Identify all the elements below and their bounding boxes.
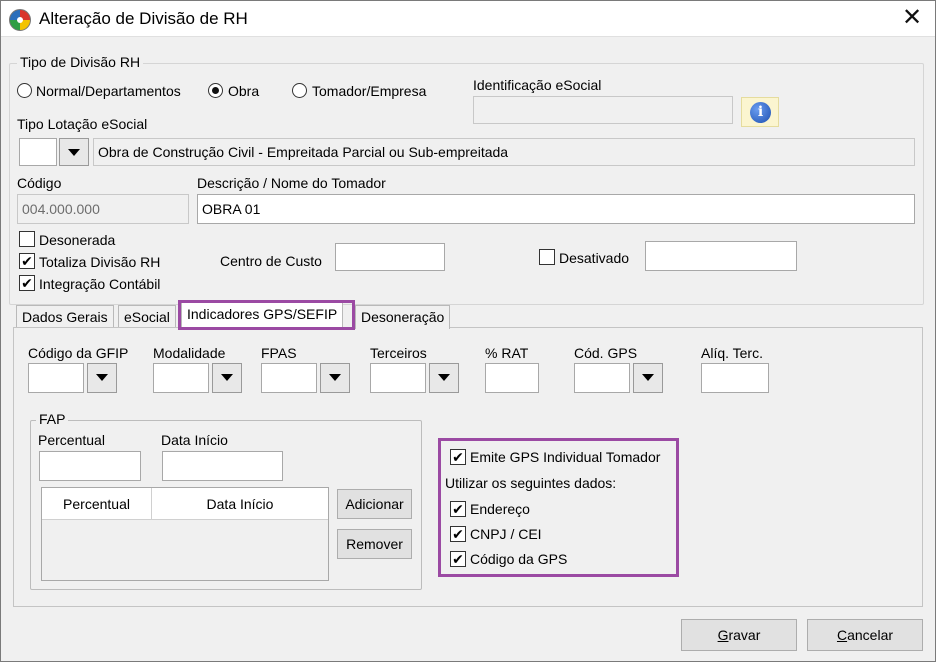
codigo-gps-checkbox[interactable]: ✔ [450, 551, 466, 567]
emite-gps-checkbox[interactable]: ✔ [450, 449, 466, 465]
totaliza-checkbox[interactable]: ✔ [19, 253, 35, 269]
radio-obra[interactable] [208, 83, 223, 98]
modalidade-label: Modalidade [153, 345, 226, 361]
tab-dados-gerais[interactable]: Dados Gerais [16, 305, 114, 329]
endereco-label[interactable]: Endereço [470, 501, 530, 517]
tipo-lotacao-description-text: Obra de Construção Civil - Empreitada Pa… [98, 144, 509, 160]
codigo-field: 004.000.000 [17, 194, 189, 224]
terceiros-field[interactable] [370, 363, 426, 393]
fap-percentual-label: Percentual [38, 432, 105, 448]
fpas-field[interactable] [261, 363, 317, 393]
identificacao-esocial-field [473, 96, 733, 124]
cancelar-label: ancelar [847, 627, 894, 643]
cod-gps-label: Cód. GPS [574, 345, 638, 361]
aliq-terc-field[interactable] [701, 363, 769, 393]
descricao-label: Descrição / Nome do Tomador [197, 175, 386, 191]
radio-tomador-empresa[interactable] [292, 83, 307, 98]
dialog-window: Alteração de Divisão de RH ✕ Tipo de Div… [0, 0, 936, 662]
cnpj-cei-label[interactable]: CNPJ / CEI [470, 526, 542, 542]
tab-esocial[interactable]: eSocial [118, 305, 176, 329]
modalidade-dropdown-button[interactable] [212, 363, 242, 393]
desonerada-label[interactable]: Desonerada [39, 232, 115, 248]
codigo-gfip-field[interactable] [28, 363, 84, 393]
tipo-divisao-legend: Tipo de Divisão RH [17, 54, 144, 70]
endereco-checkbox[interactable]: ✔ [450, 501, 466, 517]
integracao-label[interactable]: Integração Contábil [39, 276, 160, 292]
tab-highlight-box [178, 300, 355, 330]
fap-data-inicio-label: Data Início [161, 432, 228, 448]
terceiros-label: Terceiros [370, 345, 427, 361]
modalidade-field[interactable] [153, 363, 209, 393]
codigo-gfip-label: Código da GFIP [28, 345, 129, 361]
descricao-value: OBRA 01 [202, 201, 261, 217]
fap-data-inicio-field[interactable] [162, 451, 283, 481]
radio-obra-label[interactable]: Obra [228, 83, 259, 99]
tipo-lotacao-description: Obra de Construção Civil - Empreitada Pa… [93, 138, 915, 166]
fpas-dropdown-button[interactable] [320, 363, 350, 393]
app-icon [9, 9, 31, 31]
tipo-lotacao-label: Tipo Lotação eSocial [17, 116, 148, 132]
terceiros-dropdown-button[interactable] [429, 363, 459, 393]
codigo-label: Código [17, 175, 62, 191]
integracao-checkbox[interactable]: ✔ [19, 275, 35, 291]
cod-gps-field[interactable] [574, 363, 630, 393]
codigo-gfip-dropdown-button[interactable] [87, 363, 117, 393]
radio-normal-label[interactable]: Normal/Departamentos [36, 83, 181, 99]
tipo-lotacao-code-field[interactable] [19, 138, 57, 166]
window-title: Alteração de Divisão de RH [39, 9, 248, 28]
adicionar-button[interactable]: Adicionar [337, 489, 412, 519]
centro-custo-field[interactable] [335, 243, 445, 271]
desativado-label[interactable]: Desativado [559, 250, 629, 266]
title-bar: Alteração de Divisão de RH ✕ [1, 1, 935, 37]
tab-dados-gerais-label: Dados Gerais [22, 309, 108, 325]
radio-normal-departamentos[interactable] [17, 83, 32, 98]
gravar-button[interactable]: Gravar [681, 619, 797, 651]
info-icon: i [750, 102, 771, 123]
fap-grid-col-data-inicio[interactable]: Data Início [152, 488, 328, 520]
fap-percentual-field[interactable] [39, 451, 141, 481]
tab-esocial-label: eSocial [124, 309, 170, 325]
gravar-label: ravar [728, 627, 761, 643]
desativado-checkbox[interactable] [539, 249, 555, 265]
cod-gps-dropdown-button[interactable] [633, 363, 663, 393]
close-icon[interactable]: ✕ [897, 4, 927, 32]
tab-desoneracao-label: Desoneração [361, 309, 445, 325]
rat-field[interactable] [485, 363, 539, 393]
fap-legend: FAP [36, 411, 69, 427]
fap-grid[interactable]: Percentual Data Início [41, 487, 329, 581]
cancelar-button[interactable]: Cancelar [807, 619, 923, 651]
remover-button[interactable]: Remover [337, 529, 412, 559]
centro-custo-label: Centro de Custo [220, 253, 322, 269]
emite-gps-label[interactable]: Emite GPS Individual Tomador [470, 449, 660, 465]
cancelar-accel: C [836, 627, 848, 643]
fap-grid-col-percentual[interactable]: Percentual [42, 488, 152, 520]
desativado-field[interactable] [645, 241, 797, 271]
utilizar-dados-label: Utilizar os seguintes dados: [445, 475, 617, 491]
rat-label: % RAT [485, 345, 529, 361]
identificacao-esocial-label: Identificação eSocial [473, 77, 602, 93]
gravar-accel: G [717, 627, 729, 643]
totaliza-label[interactable]: Totaliza Divisão RH [39, 254, 160, 270]
radio-tomador-label[interactable]: Tomador/Empresa [312, 83, 426, 99]
info-button[interactable]: i [741, 97, 779, 127]
aliq-terc-label: Alíq. Terc. [701, 345, 763, 361]
tab-desoneracao[interactable]: Desoneração [355, 305, 451, 329]
tipo-lotacao-dropdown-button[interactable] [59, 138, 89, 166]
fap-grid-header: Percentual Data Início [42, 488, 328, 520]
codigo-gps-label[interactable]: Código da GPS [470, 551, 567, 567]
codigo-value: 004.000.000 [22, 201, 100, 217]
cnpj-cei-checkbox[interactable]: ✔ [450, 526, 466, 542]
fpas-label: FPAS [261, 345, 297, 361]
descricao-field[interactable]: OBRA 01 [197, 194, 915, 224]
desonerada-checkbox[interactable] [19, 231, 35, 247]
